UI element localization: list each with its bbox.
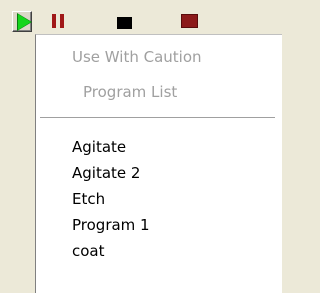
menu-item-program-1[interactable]: Program 1 [36, 213, 318, 237]
menu-separator [40, 117, 275, 119]
play-button[interactable] [12, 11, 32, 32]
menu-item-use-with-caution: Use With Caution [72, 48, 202, 66]
menu-item-program-list: Program List [83, 83, 178, 101]
record-icon[interactable] [181, 14, 198, 28]
menu-item-agitate-2[interactable]: Agitate 2 [36, 161, 318, 185]
pause-icon-bar-left [52, 14, 56, 28]
stop-icon[interactable] [117, 17, 132, 29]
toolbar [0, 0, 282, 34]
menu-item-etch[interactable]: Etch [36, 187, 318, 211]
pause-icon-bar-right [60, 14, 64, 28]
pause-icon[interactable] [52, 14, 65, 28]
program-dropdown-menu: Use With Caution Program List Agitate Ag… [35, 34, 282, 293]
menu-item-agitate[interactable]: Agitate [36, 135, 318, 159]
play-icon [18, 14, 31, 30]
menu-item-coat[interactable]: coat [36, 239, 318, 263]
